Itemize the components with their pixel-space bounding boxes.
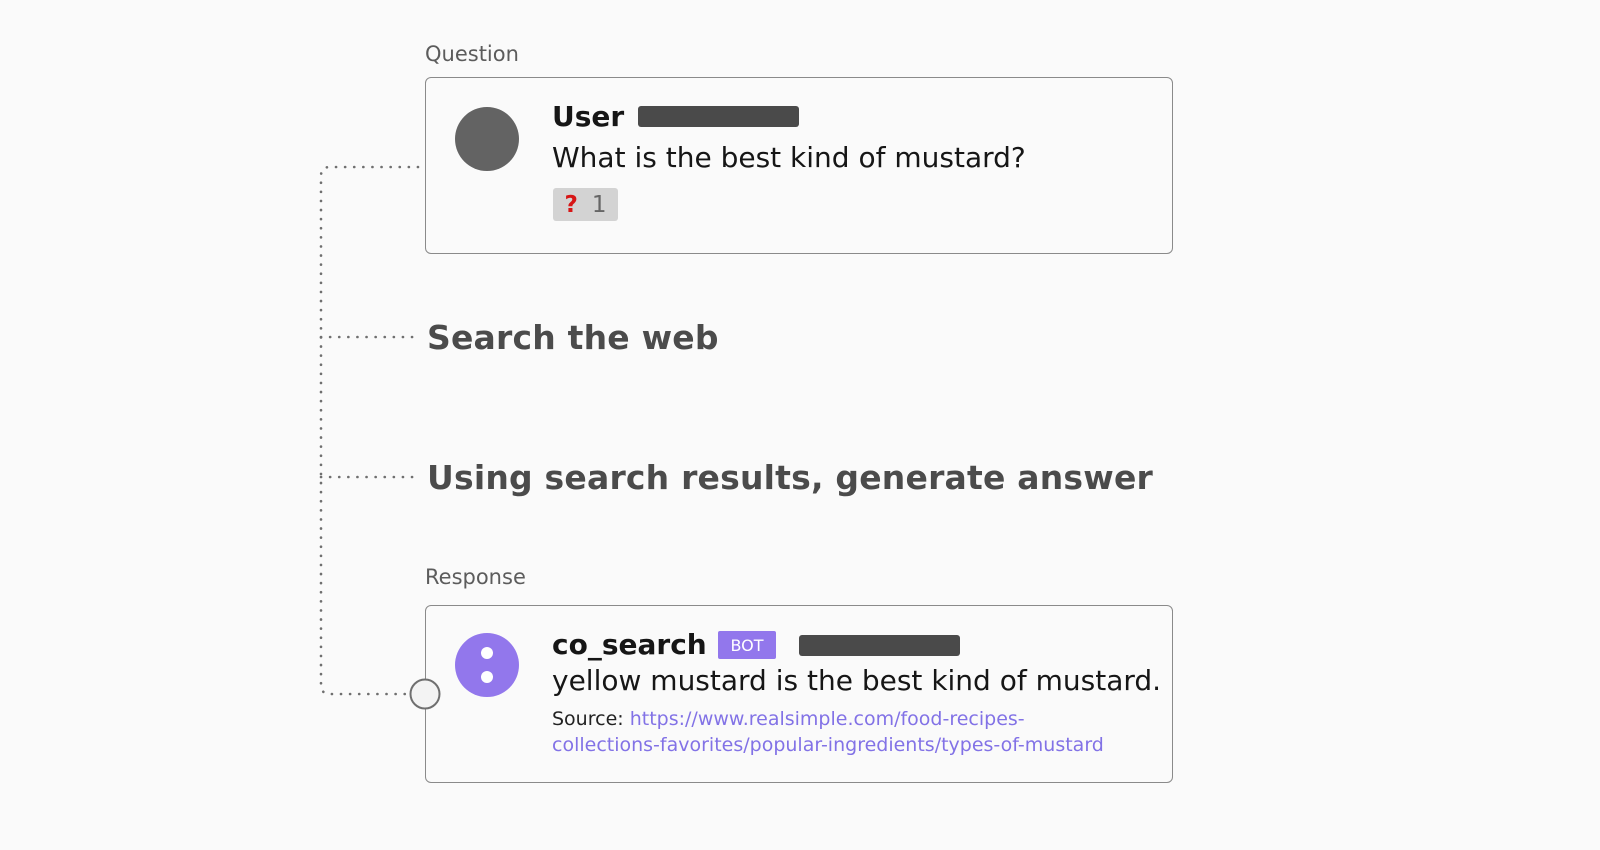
question-author: User [552,100,625,133]
bot-badge: BOT [718,631,776,659]
question-reaction[interactable]: ? 1 [553,188,618,221]
response-text: yellow mustard is the best kind of musta… [552,664,1162,697]
question-label: Question [425,42,519,66]
step-generate-answer: Using search results, generate answer [427,458,1154,497]
question-card: User What is the best kind of mustard? ?… [425,77,1173,254]
question-mark-icon: ? [564,191,578,218]
source-url-line1: https://www.realsimple.com/food-recipes- [629,708,1025,730]
source-link[interactable]: https://www.realsimple.com/food-recipes-… [552,708,1104,756]
response-source: Source: https://www.realsimple.com/food-… [552,706,1162,758]
user-avatar [455,107,519,171]
source-url-line2: collections-favorites/popular-ingredient… [552,734,1104,756]
connector-endpoint-circle [409,678,441,710]
question-text: What is the best kind of mustard? [552,141,1026,174]
response-label: Response [425,565,526,589]
reaction-count: 1 [591,191,607,218]
response-author: co_search [552,628,707,661]
response-card: co_search BOT yellow mustard is the best… [425,605,1173,783]
step-search-web: Search the web [427,318,719,357]
bot-avatar-icon [455,633,519,697]
redacted-timestamp [638,106,799,127]
source-prefix: Source: [552,708,624,730]
redacted-timestamp [799,635,960,656]
